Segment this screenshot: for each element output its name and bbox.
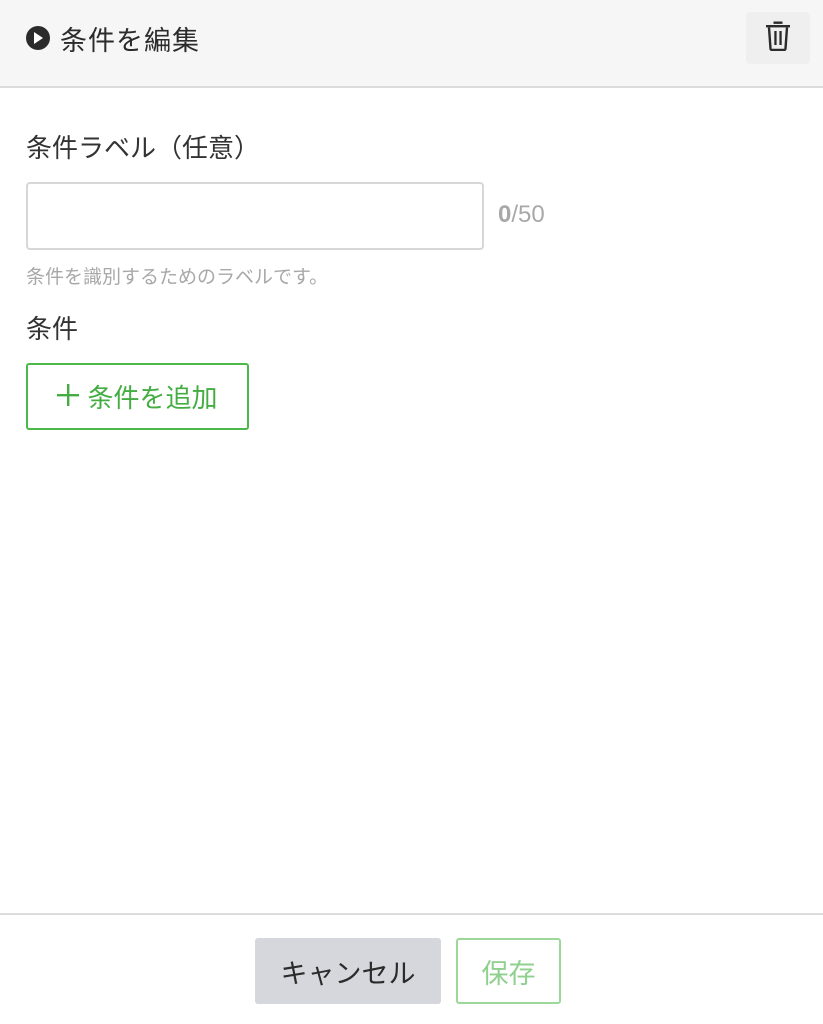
trash-icon [765, 21, 791, 55]
plus-icon [57, 382, 80, 412]
cancel-button[interactable]: キャンセル [255, 938, 441, 1004]
label-field-heading: 条件ラベル（任意） [26, 134, 261, 164]
play-circle-icon [26, 26, 50, 50]
add-condition-label: 条件を追加 [87, 384, 218, 414]
save-button[interactable]: 保存 [456, 938, 561, 1004]
dialog-title: 条件を編集 [60, 25, 200, 57]
footer-divider [0, 913, 823, 915]
counter-current: 0 [498, 201, 512, 228]
counter-max: /50 [511, 201, 545, 228]
header-title-group: 条件を編集 [26, 18, 200, 58]
character-counter: 0/50 [498, 201, 545, 229]
save-label: 保存 [481, 958, 536, 990]
cancel-label: キャンセル [280, 958, 416, 990]
label-help-text: 条件を識別するためのラベルです。 [26, 266, 329, 288]
delete-button[interactable] [746, 12, 810, 64]
dialog-header: 条件を編集 [0, 0, 823, 88]
conditions-heading: 条件 [26, 315, 79, 345]
add-condition-button[interactable]: 条件を追加 [26, 363, 249, 430]
condition-label-input[interactable] [26, 182, 484, 250]
